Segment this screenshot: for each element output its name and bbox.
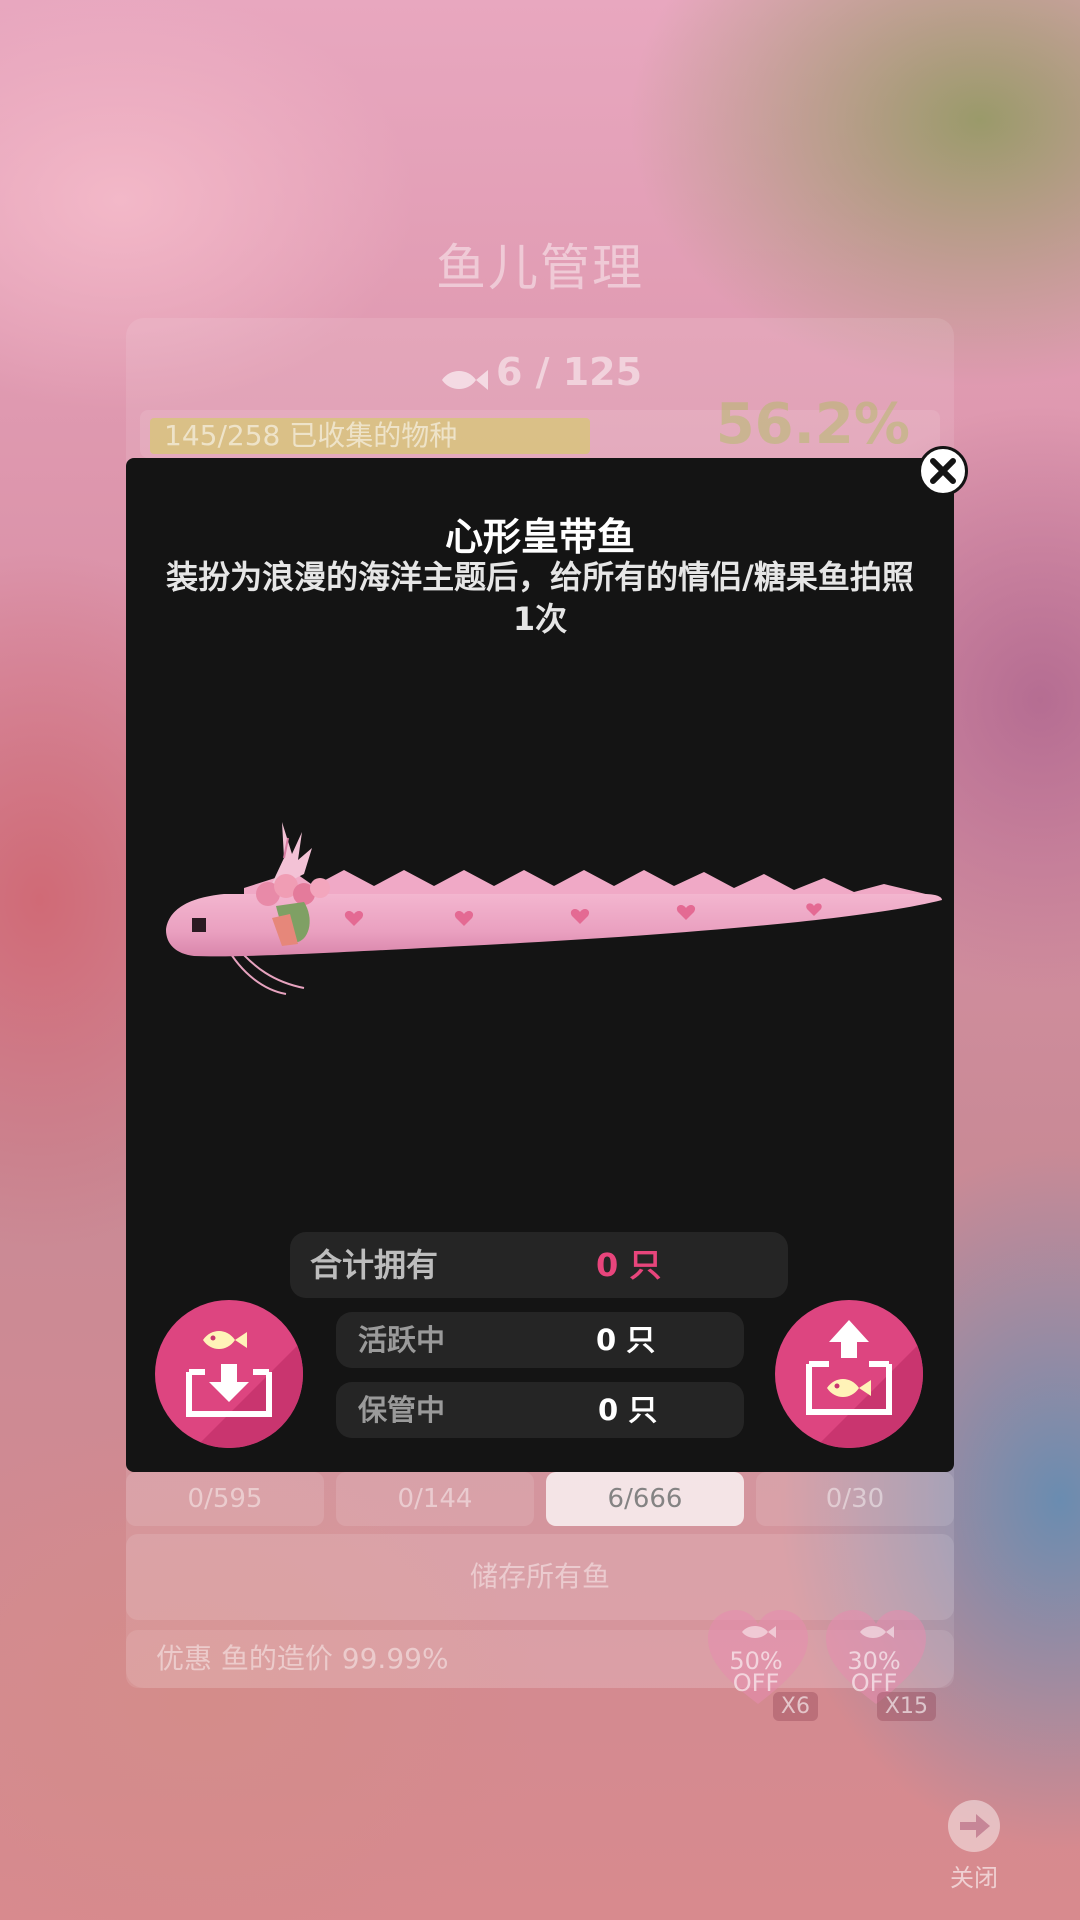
active-value: 0 只 [596, 1323, 656, 1357]
active-label: 活跃中 [358, 1323, 446, 1357]
arrow-right-icon [948, 1800, 1000, 1852]
unlock-condition: 装扮为浪漫的海洋主题后，给所有的情侣/糖果鱼拍照1次 [166, 558, 914, 638]
stored-label: 保管中 [358, 1393, 446, 1427]
release-fish-button[interactable] [775, 1300, 923, 1448]
coupon-30-off[interactable]: 30% OFF X15 [824, 1608, 936, 1721]
store-fish-button[interactable] [155, 1300, 303, 1448]
fish-count: 6 / 125 [0, 350, 1080, 394]
close-icon [930, 458, 956, 484]
tab-category-2[interactable]: 0/144 [336, 1472, 534, 1526]
coupon-multiplier: X15 [876, 1692, 936, 1721]
modal-close-button[interactable] [918, 446, 968, 496]
tab-category-4[interactable]: 0/30 [756, 1472, 954, 1526]
stored-row: 保管中 0 只 [336, 1382, 744, 1438]
total-owned-label: 合计拥有 [310, 1246, 439, 1284]
store-fish-icon [186, 1331, 303, 1448]
coupon-50-off[interactable]: 50% OFF X6 [706, 1608, 818, 1721]
fish-count-text: 6 / 125 [495, 350, 643, 394]
active-row: 活跃中 0 只 [336, 1312, 744, 1368]
collection-percent: 56.2% [715, 392, 910, 457]
tab-category-3[interactable]: 6/666 [546, 1472, 744, 1526]
fish-illustration [164, 768, 944, 1008]
stored-value: 0 只 [598, 1393, 658, 1427]
release-fish-icon [806, 1320, 923, 1448]
fish-name: 心形皇带鱼 [444, 515, 635, 559]
collection-progress-text: 145/258 已收集的物种 [164, 419, 458, 452]
tab-category-1[interactable]: 0/595 [126, 1472, 324, 1526]
fish-icon [438, 360, 490, 390]
coupon-off: OFF [732, 1669, 780, 1697]
total-owned-row: 合计拥有 0 只 [290, 1232, 788, 1298]
close-page-button[interactable]: 关闭 [944, 1800, 1004, 1893]
page-title: 鱼儿管理 [436, 239, 644, 297]
coupon-multiplier: X6 [772, 1692, 818, 1721]
category-tabs: 0/595 0/144 6/666 0/30 [126, 1472, 954, 1526]
total-owned-value: 0 只 [596, 1246, 662, 1284]
close-page-label: 关闭 [950, 1864, 998, 1892]
discount-text: 优惠 鱼的造价 99.99% [156, 1642, 449, 1675]
